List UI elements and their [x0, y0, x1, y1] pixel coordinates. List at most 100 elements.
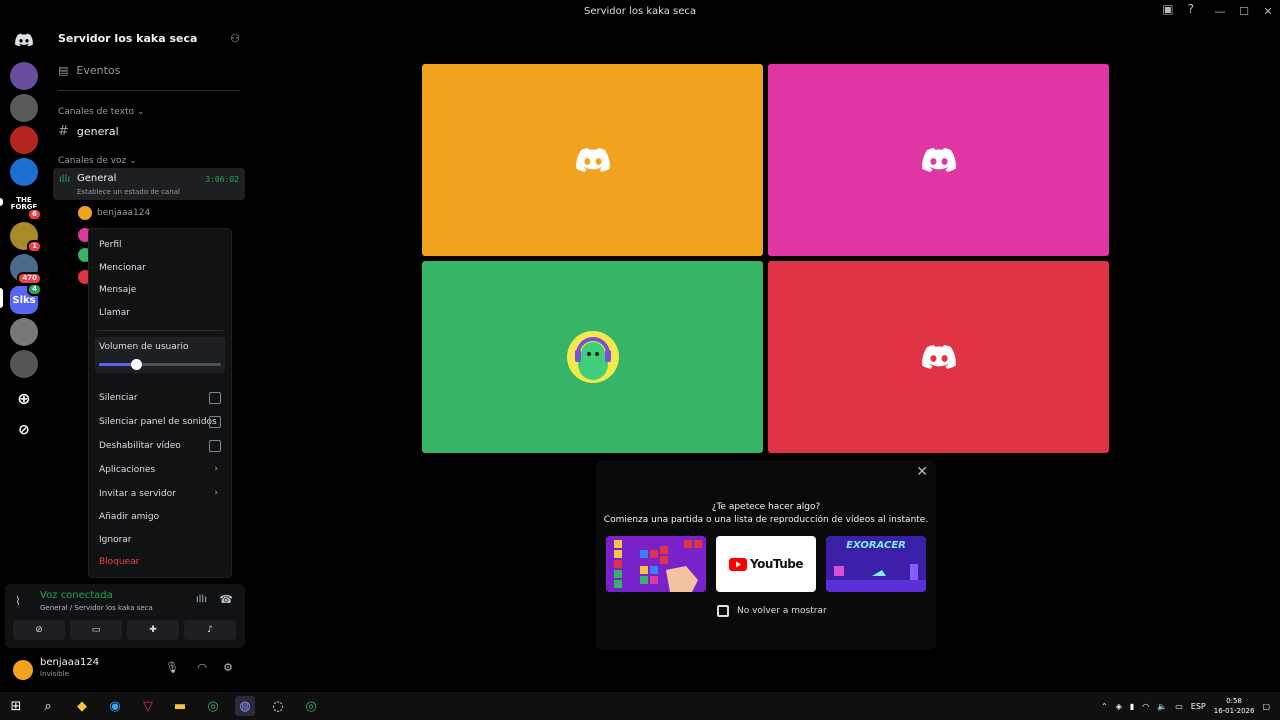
- wifi-icon[interactable]: ◠: [1142, 702, 1149, 711]
- notifications-icon[interactable]: ▢: [1262, 702, 1270, 711]
- maximize-button[interactable]: ☐: [1232, 0, 1256, 22]
- menu-disable-video[interactable]: Deshabilitar vídeo: [99, 441, 181, 451]
- voice-user-name: benjaaa124: [97, 208, 151, 218]
- voice-user[interactable]: benjaaa124: [78, 206, 150, 220]
- clock[interactable]: 0:58 16-01-2026: [1214, 696, 1255, 716]
- soundboard-icon: ♪: [207, 625, 213, 635]
- server-icon[interactable]: [10, 126, 38, 154]
- activity-card-blocks[interactable]: [606, 536, 706, 592]
- activity-suggestion-popup: ✕ ¿Te apetece hacer algo? Comienza una p…: [596, 460, 936, 650]
- user-avatar[interactable]: [13, 660, 33, 680]
- menu-call[interactable]: Llamar: [99, 308, 130, 318]
- microphone-icon[interactable]: 🎙: [165, 661, 179, 674]
- noise-suppression-icon[interactable]: ıllı: [196, 594, 207, 605]
- menu-invite[interactable]: Invitar a servidor: [99, 489, 176, 499]
- chevron-up-icon[interactable]: ⌃: [1101, 702, 1108, 711]
- menu-message[interactable]: Mensaje: [99, 285, 136, 295]
- battery-icon[interactable]: ▭: [1175, 702, 1183, 711]
- voice-category[interactable]: Canales de voz ⌄: [58, 156, 137, 166]
- video-tile[interactable]: [768, 261, 1109, 453]
- server-icon[interactable]: [10, 350, 38, 378]
- user-avatar-icon: [566, 331, 619, 383]
- headphones-icon[interactable]: ◠: [197, 661, 207, 674]
- add-member-icon[interactable]: ⚇: [230, 32, 240, 45]
- windows-start-icon[interactable]: ⊞: [6, 696, 26, 716]
- menu-mute-soundboard[interactable]: Silenciar panel de sonidos: [99, 417, 217, 427]
- menu-mention[interactable]: Mencionar: [99, 263, 146, 273]
- server-icon[interactable]: 470: [10, 254, 42, 285]
- server-icon[interactable]: [10, 62, 38, 90]
- edge-icon[interactable]: ◉: [105, 696, 125, 716]
- server-icon[interactable]: 1: [10, 222, 42, 253]
- video-tile[interactable]: [768, 64, 1109, 256]
- tray-icon[interactable]: ◈: [1116, 702, 1122, 711]
- dont-show-checkbox[interactable]: [717, 605, 729, 617]
- camera-off-icon: ⊘: [35, 625, 43, 635]
- disable-video-checkbox[interactable]: [209, 440, 221, 452]
- discover-icon[interactable]: ⊘: [10, 416, 38, 444]
- add-server-icon[interactable]: ⊕: [10, 384, 38, 412]
- dont-show-label: No volver a mostrar: [737, 606, 827, 616]
- server-icon-selected[interactable]: Slks 4: [10, 283, 42, 314]
- discord-logo-icon: [921, 345, 956, 369]
- chrome-icon[interactable]: ◎: [203, 696, 223, 716]
- system-tray: ⌃ ◈ ▮ ◠ 🔈 ▭ ESP 0:58 16-01-2026 ▢: [1101, 692, 1270, 720]
- video-tile[interactable]: [422, 261, 763, 453]
- mute-soundboard-checkbox[interactable]: [209, 416, 221, 428]
- screen-share-icon: ▭: [91, 625, 101, 635]
- text-category[interactable]: Canales de texto ⌄: [58, 107, 144, 117]
- menu-apps[interactable]: Aplicaciones: [99, 465, 155, 475]
- tray-icon[interactable]: ▮: [1130, 702, 1134, 711]
- channel-status[interactable]: Establece un estado de canal: [77, 188, 180, 196]
- menu-mute[interactable]: Silenciar: [99, 393, 138, 403]
- chevron-right-icon: ›: [214, 464, 218, 474]
- menu-add-friend[interactable]: Añadir amigo: [99, 512, 159, 522]
- activity-card-exoracer[interactable]: EXORACER: [826, 536, 926, 592]
- help-icon[interactable]: ?: [1188, 2, 1194, 16]
- screen-share-button[interactable]: ▭: [70, 620, 122, 640]
- voice-channel-general[interactable]: ıllı General Establece un estado de cana…: [53, 168, 245, 200]
- minimize-button[interactable]: —: [1208, 0, 1232, 22]
- voice-category-label: Canales de voz: [58, 156, 127, 166]
- events-link[interactable]: ▤ Eventos: [58, 64, 120, 77]
- unread-pill: [0, 198, 3, 206]
- camera-off-button[interactable]: ⊘: [13, 620, 65, 640]
- mute-checkbox[interactable]: [209, 392, 221, 404]
- inbox-icon[interactable]: ▣: [1162, 2, 1173, 16]
- close-window-button[interactable]: ✕: [1256, 0, 1280, 22]
- exoracer-art-icon: [826, 564, 926, 592]
- file-explorer-icon[interactable]: ▬: [170, 696, 190, 716]
- copilot-icon[interactable]: ◆: [72, 696, 92, 716]
- language-indicator[interactable]: ESP: [1191, 702, 1206, 711]
- menu-ignore[interactable]: Ignorar: [99, 535, 132, 545]
- voice-location[interactable]: General / Servidor los kaka seca: [40, 604, 153, 612]
- menu-block[interactable]: Bloquear: [99, 557, 139, 567]
- chrome-icon[interactable]: ◎: [301, 696, 321, 716]
- search-icon[interactable]: ⌕: [38, 696, 58, 716]
- disconnect-icon[interactable]: ☎: [219, 593, 233, 606]
- server-icon[interactable]: [10, 94, 38, 122]
- app-icon[interactable]: ▽: [138, 696, 158, 716]
- server-icon[interactable]: THE FORGE 6: [10, 190, 42, 221]
- menu-profile[interactable]: Perfil: [99, 240, 122, 250]
- volume-slider[interactable]: [99, 359, 221, 370]
- user-name: benjaaa124: [40, 657, 100, 668]
- server-icon[interactable]: [10, 318, 38, 346]
- server-header[interactable]: Servidor los kaka seca ⚇: [48, 22, 250, 54]
- server-icon[interactable]: [10, 158, 38, 186]
- discord-taskbar-icon[interactable]: ◍: [235, 696, 255, 716]
- signal-icon[interactable]: ⌇: [15, 594, 21, 608]
- discord-home-icon[interactable]: [10, 26, 38, 54]
- voice-connected-panel: ⌇ Voz conectada General / Servidor los k…: [5, 584, 245, 648]
- activities-button[interactable]: ✚: [127, 620, 179, 640]
- app-icon[interactable]: ◌: [268, 696, 288, 716]
- video-tile[interactable]: [422, 64, 763, 256]
- volume-knob[interactable]: [130, 359, 142, 370]
- channel-general[interactable]: # general: [58, 124, 119, 139]
- soundboard-button[interactable]: ♪: [184, 620, 236, 640]
- dont-show-again[interactable]: No volver a mostrar: [717, 605, 827, 617]
- settings-gear-icon[interactable]: ⚙: [223, 661, 233, 674]
- activity-card-youtube[interactable]: YouTube: [716, 536, 816, 592]
- volume-icon[interactable]: 🔈: [1157, 702, 1167, 711]
- close-icon[interactable]: ✕: [916, 464, 928, 480]
